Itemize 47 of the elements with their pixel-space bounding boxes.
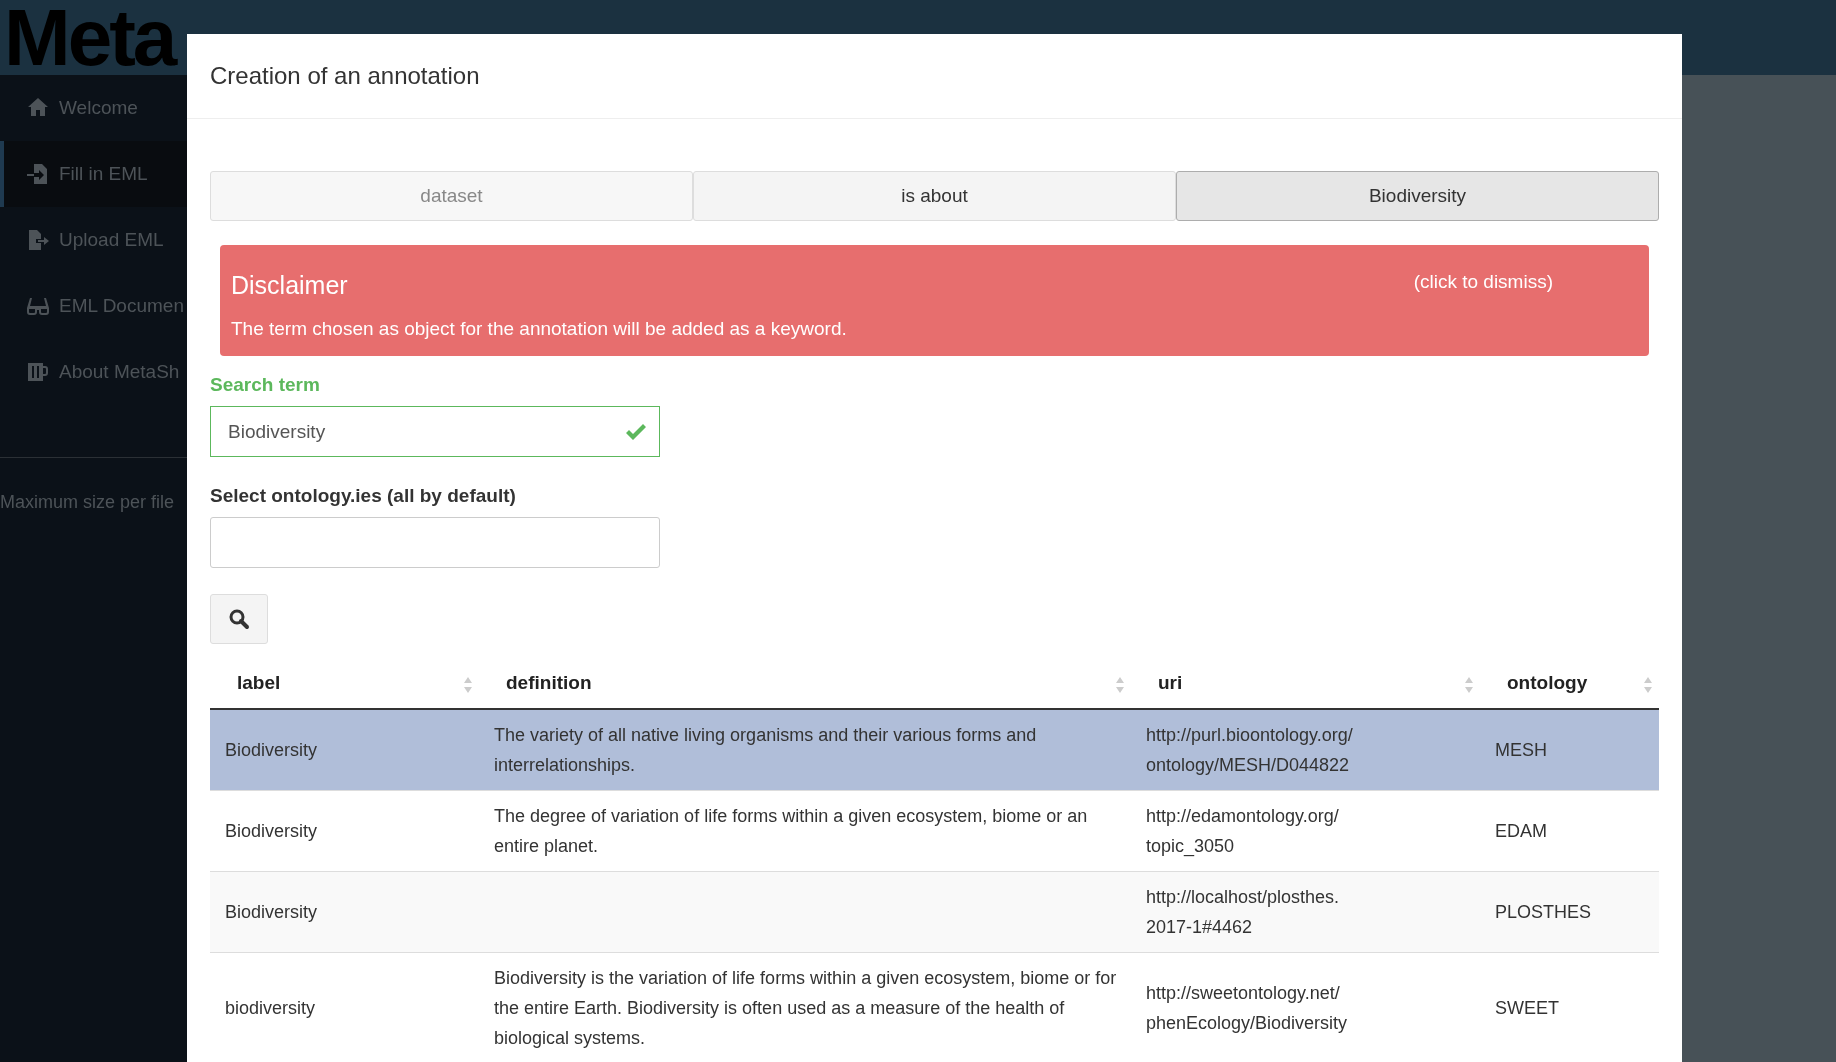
table-cell: Biodiversity [225, 740, 318, 760]
import-icon [26, 162, 50, 186]
sidebar-item[interactable]: EML Documen [0, 273, 187, 339]
field-label: Search term [210, 374, 321, 396]
table-cell: http://purl.bioontology.org/ ontology/MESH/D044822 [1146, 725, 1353, 775]
table-cell: MESH [1495, 740, 1547, 760]
sort-icon[interactable] [1643, 675, 1653, 695]
table-cell: SWEET [1495, 998, 1559, 1018]
column-header[interactable]: ontology [1507, 672, 1588, 693]
mug-icon [26, 360, 50, 384]
alert-title: Disclaimer [231, 271, 349, 300]
upload-size-note: Maximum size per file [0, 491, 176, 513]
search-field[interactable]: Biodiversity [210, 406, 660, 457]
export-icon [26, 228, 50, 252]
disclaimer-alert[interactable]: Disclaimer (click to dismiss) The term chosen as object for the annotation will be added as a keyword. [220, 245, 1649, 356]
table-cell: Biodiversity is the variation of life forms within a given ecosystem, biome or for the entire Earth. Biodiversity is often used as a measure of the health of biological systems. [494, 968, 1117, 1048]
table-cell: Biodiversity [225, 821, 318, 841]
table-cell: The variety of all native living organisms and their various forms and interrelationships. [494, 725, 1037, 775]
sidebar-item[interactable]: Fill in EML [0, 141, 187, 207]
column-header[interactable]: label [237, 672, 281, 693]
field-label: Select ontology.ies (all by default) [210, 485, 517, 507]
dismiss-hint[interactable]: (click to dismiss) [1413, 271, 1553, 300]
sidebar-item[interactable]: About MetaSh [0, 339, 187, 405]
table-cell: EDAM [1495, 821, 1547, 841]
sidebar-item[interactable]: Welcome [0, 75, 187, 141]
column-header[interactable]: definition [506, 672, 592, 693]
check-icon [625, 421, 647, 442]
sidebar-item[interactable]: Upload EML [0, 207, 187, 273]
table-cell: biodiversity [225, 998, 316, 1018]
table-cell: Biodiversity [225, 902, 318, 922]
table-cell: http://localhost/plosthes. 2017-1#4462 [1146, 887, 1340, 937]
dialog-title: Creation of an annotation [210, 62, 480, 90]
triple-tab[interactable]: is about [693, 171, 1176, 221]
column-header[interactable]: uri [1158, 672, 1183, 693]
table-cell: PLOSTHES [1495, 902, 1592, 922]
search-icon [228, 608, 250, 630]
table-cell: http://edamontology.org/ topic_3050 [1146, 806, 1339, 856]
table-cell: The degree of variation of life forms within a given ecosystem, biome or an entire planet. [494, 806, 1088, 856]
sort-icon[interactable] [1464, 675, 1474, 695]
triple-tab[interactable]: Biodiversity [1176, 171, 1659, 221]
logo: Meta [4, 0, 175, 75]
sort-icon[interactable] [1115, 675, 1125, 695]
alert-text: The term chosen as object for the annotation will be added as a keyword. [231, 318, 848, 340]
ontology-select[interactable] [210, 517, 660, 568]
search-button[interactable] [210, 594, 268, 644]
table-cell: http://sweetontology.net/ phenEcology/Biodiversity [1146, 983, 1348, 1033]
sort-icon[interactable] [463, 675, 473, 695]
